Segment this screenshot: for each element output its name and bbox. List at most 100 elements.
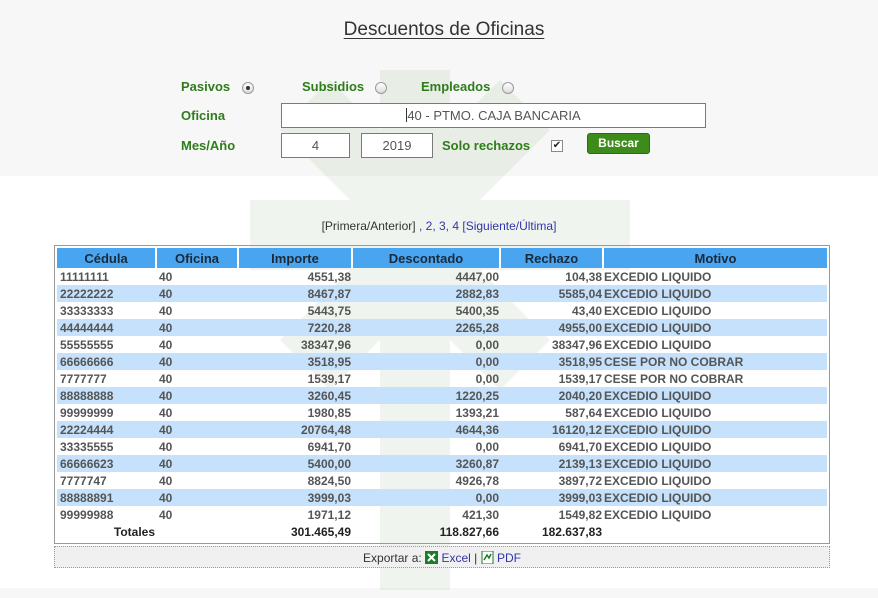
cell-motivo: EXCEDIO LIQUIDO [604, 269, 712, 284]
cell-cedula: 66666623 [57, 455, 156, 472]
cell-cedula: 11111111 [60, 269, 109, 284]
table-row[interactable]: 44444444 40 7220,28 2265,28 4955,00 EXCEDIO L… [57, 319, 827, 336]
results-table-container: Cédula Oficina Importe Descontado Rechaz… [54, 245, 830, 544]
excel-icon[interactable] [425, 551, 439, 564]
cell-importe: 8467,87 [238, 285, 352, 302]
col-header-motivo[interactable]: Motivo [603, 248, 827, 268]
cell-motivo: EXCEDIO LIQUIDO [604, 303, 712, 318]
cell-cedula: 88888891 [57, 489, 156, 506]
pager-next-last[interactable]: [Siguiente/Última] [462, 219, 556, 233]
cell-rechazo: 3897,72 [558, 473, 602, 488]
table-row[interactable]: 22222222 40 8467,87 2882,83 5585,04 EXCEDIO L… [57, 285, 827, 302]
table-row[interactable]: 99999988 40 1971,12 421,30 1549,82 EXCEDIO LI… [57, 506, 827, 523]
cell-descontado: 2882,83 [352, 285, 500, 302]
cell-descontado: 5400,35 [455, 303, 499, 318]
cell-oficina: 40 [159, 473, 173, 488]
cell-motivo: EXCEDIO LIQUIDO [604, 337, 712, 352]
cell-importe: 20764,48 [238, 421, 352, 438]
buscar-button[interactable]: Buscar [587, 133, 650, 154]
table-row[interactable]: 66666666 40 3518,95 0,00 3518,95 CESE POR NO … [57, 353, 827, 370]
col-header-descontado[interactable]: Descontado [352, 248, 501, 268]
empleados-label: Empleados [421, 79, 491, 94]
cell-rechazo: 2040,20 [500, 387, 603, 404]
cell-importe: 4551,38 [307, 269, 351, 284]
table-row[interactable]: 55555555 40 38347,96 0,00 38347,96 EXCEDIO LI… [57, 336, 827, 353]
cell-oficina: 40 [156, 387, 238, 404]
export-excel-link[interactable]: Excel [441, 551, 470, 565]
empleados-radio[interactable] [502, 82, 514, 94]
cell-oficina: 40 [156, 319, 238, 336]
cell-motivo: EXCEDIO LIQUIDO [604, 507, 712, 522]
page-title: Descuentos de Oficinas [343, 19, 545, 40]
cell-importe: 1539,17 [307, 371, 351, 386]
col-header-importe[interactable]: Importe [238, 248, 353, 268]
solo-rechazos-label: Solo rechazos [442, 138, 531, 153]
oficina-input[interactable]: 40 - PTMO. CAJA BANCARIA [281, 103, 706, 128]
cell-rechazo: 1549,82 [558, 507, 602, 522]
cell-cedula: 7777777 [60, 371, 107, 386]
pager-first-prev[interactable]: [Primera/Anterior] [322, 219, 416, 233]
export-bar: Exportar a: Excel | PDF [54, 546, 830, 568]
table-row[interactable]: 7777747 40 8824,50 4926,78 3897,72 EXCEDIO LI… [57, 472, 827, 489]
totals-descontado: 118.827,66 [439, 524, 499, 539]
pdf-icon[interactable] [481, 551, 494, 564]
cell-importe: 8824,50 [307, 473, 351, 488]
table-row[interactable]: 7777777 40 1539,17 0,00 1539,17 CESE POR NO C… [57, 370, 827, 387]
cell-descontado: 0,00 [352, 489, 500, 506]
pager-page-4[interactable]: 4 [452, 219, 459, 233]
cell-oficina: 40 [159, 303, 173, 318]
cell-importe: 3260,45 [238, 387, 352, 404]
table-row[interactable]: 99999999 40 1980,85 1393,21 587,64 EXCEDIO LI… [57, 404, 827, 421]
cell-oficina: 40 [159, 337, 173, 352]
table-row[interactable]: 33333333 40 5443,75 5400,35 43,40 EXCEDIO LIQ… [57, 302, 827, 319]
cell-rechazo: 3518,95 [500, 353, 603, 370]
col-header-cedula[interactable]: Cédula [57, 248, 157, 268]
cell-descontado: 0,00 [352, 353, 500, 370]
col-header-oficina[interactable]: Oficina [156, 248, 239, 268]
subsidios-radio[interactable] [375, 82, 387, 94]
cell-descontado: 3260,87 [352, 455, 500, 472]
anio-input[interactable]: 2019 [361, 133, 433, 158]
export-pdf-link[interactable]: PDF [497, 551, 521, 565]
table-row[interactable]: 22224444 40 20764,48 4644,36 16120,12 EXCEDIO… [57, 421, 827, 438]
mes-input[interactable]: 4 [281, 133, 350, 158]
cell-cedula: 33333333 [60, 303, 114, 318]
cell-cedula: 88888888 [57, 387, 156, 404]
table-row[interactable]: 88888891 40 3999,03 0,00 3999,03 EXCEDIO LIQU… [57, 489, 827, 506]
cell-cedula: 99999999 [60, 405, 114, 420]
totals-row: Totales 301.465,49 118.827,66 182.637,83 [57, 523, 827, 540]
cell-importe: 5400,00 [238, 455, 352, 472]
cell-importe: 1980,85 [307, 405, 351, 420]
cell-oficina: 40 [156, 353, 238, 370]
oficina-label: Oficina [181, 108, 226, 123]
cell-rechazo: 587,64 [565, 405, 602, 420]
solo-rechazos-checkbox[interactable]: ✔ [551, 140, 563, 152]
cell-motivo: EXCEDIO LIQUIDO [603, 387, 827, 404]
cell-descontado: 0,00 [475, 337, 499, 352]
table-row[interactable]: 66666623 40 5400,00 3260,87 2139,13 EXCEDIO L… [57, 455, 827, 472]
cell-motivo: EXCEDIO LIQUIDO [603, 319, 827, 336]
totals-rechazo: 182.637,83 [541, 524, 602, 539]
cell-oficina: 40 [156, 455, 238, 472]
pager-page-3[interactable]: 3 [439, 219, 446, 233]
cell-rechazo: 4955,00 [500, 319, 603, 336]
cell-cedula: 33335555 [60, 439, 114, 454]
cell-rechazo: 2139,13 [500, 455, 603, 472]
cell-descontado: 1393,21 [455, 405, 499, 420]
cell-importe: 3518,95 [238, 353, 352, 370]
cell-rechazo: 38347,96 [551, 337, 602, 352]
cell-motivo: CESE POR NO COBRAR [603, 353, 827, 370]
export-label: Exportar a: [363, 551, 422, 565]
pasivos-radio[interactable] [242, 82, 254, 94]
table-row[interactable]: 11111111 40 4551,38 4447,00 104,38 EXCEDIO LI… [57, 268, 827, 285]
cell-oficina: 40 [156, 285, 238, 302]
col-header-rechazo[interactable]: Rechazo [500, 248, 604, 268]
cell-descontado: 0,00 [475, 439, 499, 454]
totals-label: Totales [113, 524, 155, 539]
table-row[interactable]: 33335555 40 6941,70 0,00 6941,70 EXCEDIO LIQU… [57, 438, 827, 455]
table-row[interactable]: 88888888 40 3260,45 1220,25 2040,20 EXCEDIO L… [57, 387, 827, 404]
cell-cedula: 22224444 [57, 421, 156, 438]
cell-oficina: 40 [156, 421, 238, 438]
cell-motivo: EXCEDIO LIQUIDO [603, 489, 827, 506]
cell-oficina: 40 [159, 269, 173, 284]
